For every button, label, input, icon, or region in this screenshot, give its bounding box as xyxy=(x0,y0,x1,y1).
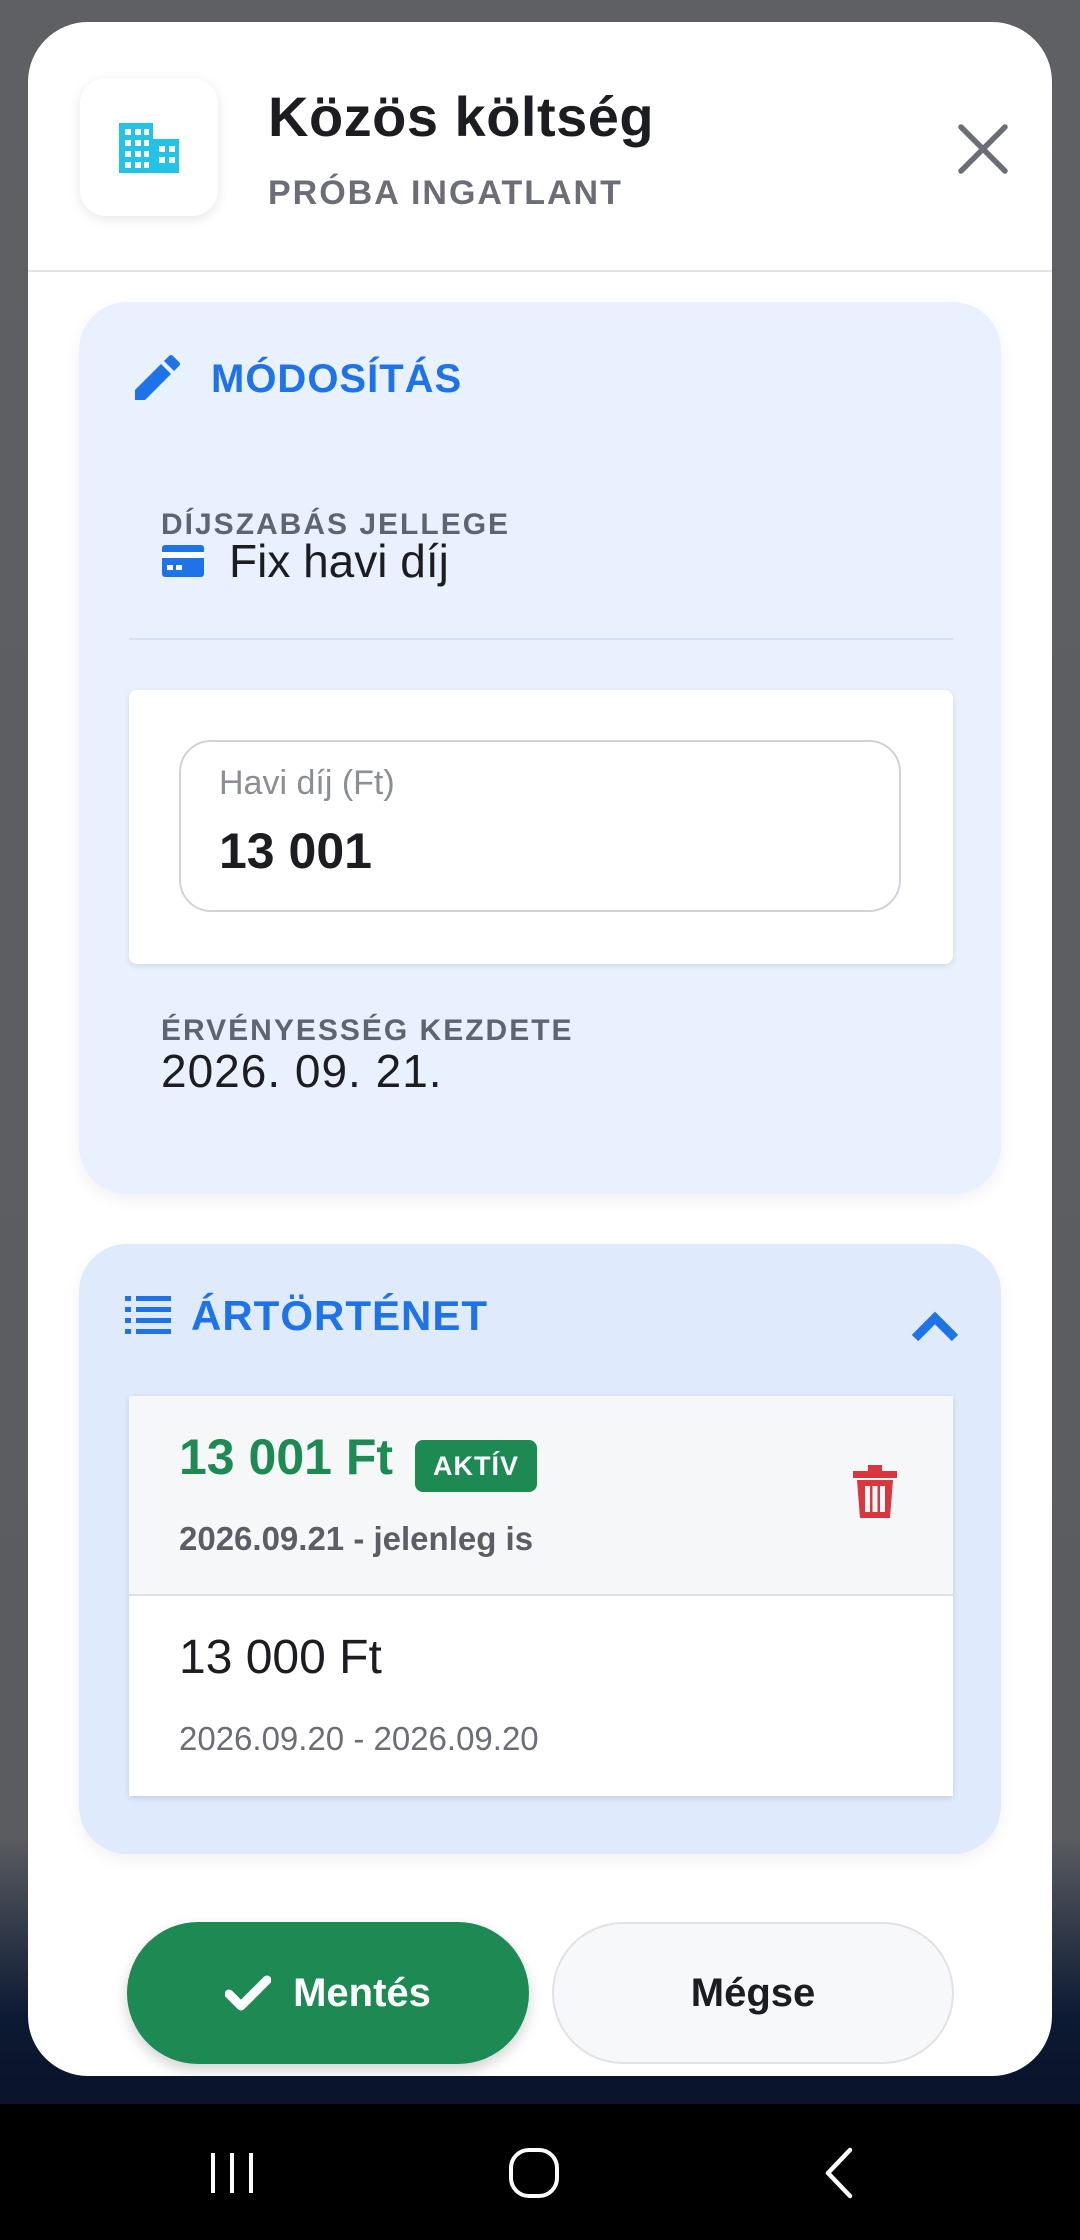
system-navigation-bar xyxy=(0,2104,1080,2240)
edit-section-header: MÓDOSÍTÁS xyxy=(131,354,462,404)
pencil-icon xyxy=(135,355,180,400)
home-button[interactable] xyxy=(494,2138,574,2208)
history-amount: 13 000 Ft xyxy=(179,1631,382,1684)
collapse-button[interactable] xyxy=(911,1306,959,1346)
checkmark-icon xyxy=(225,1975,272,2011)
validity-start-label: ÉRVÉNYESSÉG KEZDETE xyxy=(161,1014,574,1047)
bottom-sheet: Közös költség PRÓBA INGATLANT MÓDOSÍTÁS … xyxy=(28,22,1052,2076)
price-history-card: ÁRTÖRTÉNET 13 001 Ft AKTÍV 2026.09.21 - … xyxy=(79,1244,1001,1854)
close-button[interactable] xyxy=(948,114,1018,184)
history-date-range: 2026.09.20 - 2026.09.20 xyxy=(179,1720,539,1757)
recent-apps-icon xyxy=(211,2153,253,2193)
cancel-button[interactable]: Mégse xyxy=(552,1922,954,2064)
monthly-fee-value[interactable]: 13 001 xyxy=(219,822,372,880)
validity-start-value[interactable]: 2026. 09. 21. xyxy=(161,1044,443,1098)
price-history-title: ÁRTÖRTÉNET xyxy=(191,1292,488,1339)
cancel-button-label: Mégse xyxy=(690,1970,816,2015)
card-icon xyxy=(162,545,204,577)
price-history-header[interactable]: ÁRTÖRTÉNET xyxy=(125,1292,488,1340)
save-button-label: Mentés xyxy=(293,1970,431,2015)
monthly-fee-input[interactable]: Havi díj (Ft) 13 001 xyxy=(179,740,901,912)
pricing-type-text: Fix havi díj xyxy=(229,535,449,587)
status-badge: AKTÍV xyxy=(415,1440,537,1492)
pricing-type-value: Fix havi díj xyxy=(161,534,449,588)
price-history-list: 13 001 Ft AKTÍV 2026.09.21 - jelenleg is… xyxy=(129,1396,953,1796)
delete-button[interactable] xyxy=(851,1464,899,1520)
list-item: 13 000 Ft 2026.09.20 - 2026.09.20 xyxy=(129,1596,953,1796)
monthly-fee-label: Havi díj (Ft) xyxy=(219,764,395,802)
sheet-header: Közös költség PRÓBA INGATLANT xyxy=(28,22,1052,272)
back-icon xyxy=(825,2147,853,2199)
edit-card: MÓDOSÍTÁS DÍJSZABÁS JELLEGE Fix havi díj… xyxy=(79,302,1001,1194)
close-icon xyxy=(958,124,1008,174)
chevron-up-icon xyxy=(911,1311,959,1342)
building-icon xyxy=(80,78,218,216)
page-title: Közös költség xyxy=(268,85,655,148)
list-item: 13 001 Ft AKTÍV 2026.09.21 - jelenleg is xyxy=(129,1396,953,1596)
monthly-fee-card: Havi díj (Ft) 13 001 xyxy=(129,690,953,964)
save-button[interactable]: Mentés xyxy=(127,1922,529,2064)
recent-apps-button[interactable] xyxy=(192,2138,272,2208)
trash-icon xyxy=(853,1465,897,1518)
home-icon xyxy=(509,2148,559,2198)
edit-section-title: MÓDOSÍTÁS xyxy=(211,356,463,401)
property-name: PRÓBA INGATLANT xyxy=(268,174,623,212)
divider xyxy=(129,638,953,640)
history-date-range: 2026.09.21 - jelenleg is xyxy=(179,1520,534,1557)
back-button[interactable] xyxy=(800,2138,880,2208)
list-icon xyxy=(125,1296,171,1334)
history-amount: 13 001 Ft xyxy=(179,1429,394,1485)
